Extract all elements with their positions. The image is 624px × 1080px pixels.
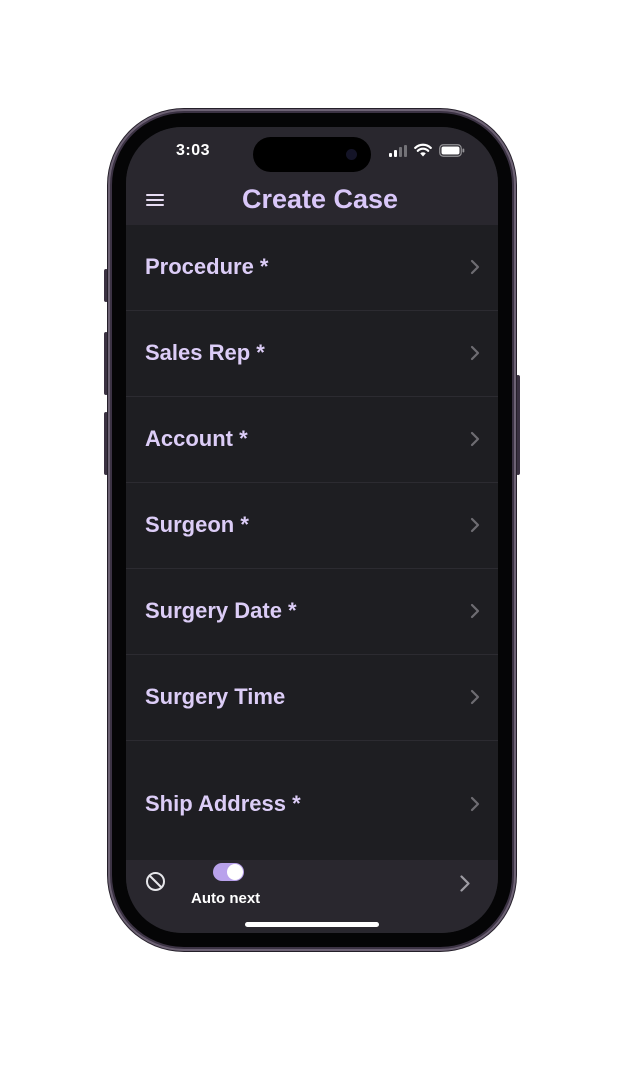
surgery-date-row[interactable]: Surgery Date * [126, 569, 498, 655]
auto-next-label: Auto next [191, 890, 261, 907]
auto-next-toggle[interactable] [213, 863, 244, 881]
phone-screen: 3:03 Create Case Procedure * Sales Rep *… [126, 127, 498, 933]
ship-address-row[interactable]: Ship Address * [126, 741, 498, 857]
chevron-right-icon [470, 259, 480, 275]
chevron-right-icon[interactable] [459, 874, 471, 893]
surgery-time-row[interactable]: Surgery Time [126, 655, 498, 741]
sales-rep-row[interactable]: Sales Rep * [126, 311, 498, 397]
surgeon-row[interactable]: Surgeon * [126, 483, 498, 569]
surgery-time-label: Surgery Time [145, 684, 286, 709]
front-camera [346, 149, 357, 160]
ship-address-label: Ship Address * [145, 791, 301, 816]
nav-bar: Create Case [126, 177, 498, 225]
cancel-icon[interactable] [145, 871, 166, 892]
chevron-right-icon [470, 689, 480, 705]
chevron-right-icon [470, 345, 480, 361]
chevron-right-icon [470, 796, 480, 812]
procedure-row[interactable]: Procedure * [126, 225, 498, 311]
battery-icon [439, 144, 465, 157]
wifi-icon [414, 143, 432, 157]
surgeon-label: Surgeon * [145, 512, 249, 537]
surgery-date-label: Surgery Date * [145, 598, 297, 623]
chevron-right-icon [470, 517, 480, 533]
status-bar: 3:03 [126, 127, 498, 177]
sales-rep-label: Sales Rep * [145, 340, 265, 365]
chevron-right-icon [470, 431, 480, 447]
procedure-label: Procedure * [145, 254, 269, 279]
status-time: 3:03 [176, 142, 211, 159]
account-label: Account * [145, 426, 248, 451]
toggle-knob [227, 864, 243, 880]
form-list: Procedure * Sales Rep * Account * Surgeo… [126, 225, 498, 857]
chevron-right-icon [470, 603, 480, 619]
power-button [516, 375, 520, 475]
page: 3:03 Create Case Procedure * Sales Rep *… [0, 0, 624, 1080]
signal-icon [389, 145, 407, 157]
home-indicator [245, 922, 379, 927]
page-title: Create Case [241, 184, 399, 214]
dynamic-island [253, 137, 371, 172]
account-row[interactable]: Account * [126, 397, 498, 483]
